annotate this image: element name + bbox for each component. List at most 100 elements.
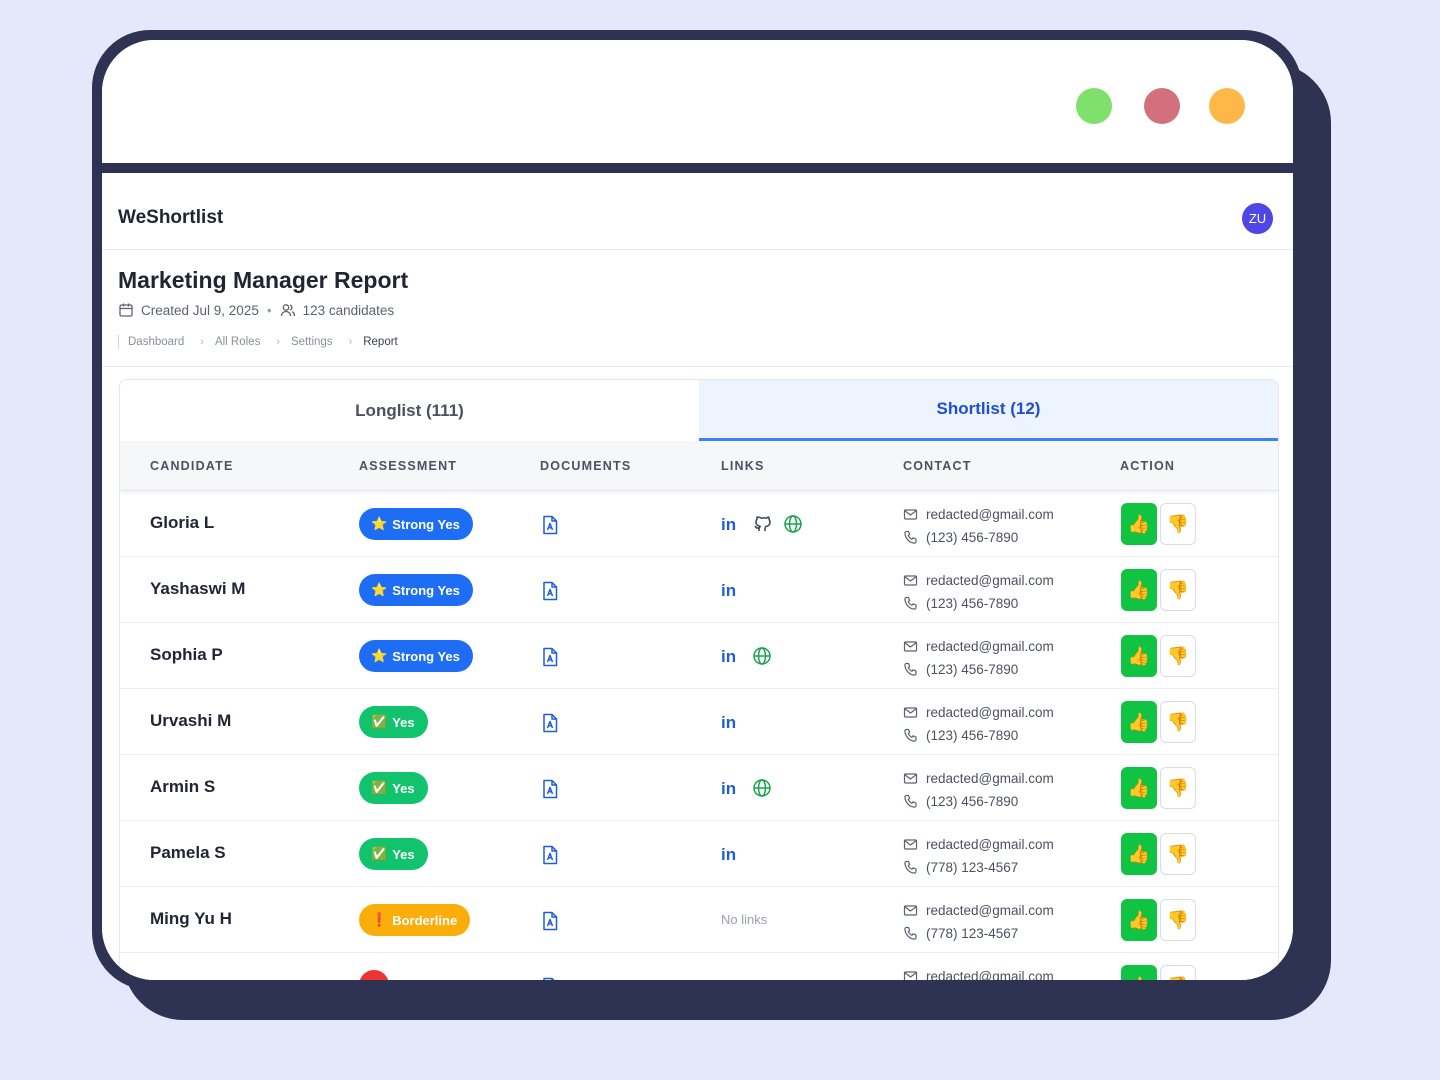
linkedin-icon[interactable]: in bbox=[721, 778, 741, 798]
resume-document-icon[interactable] bbox=[541, 977, 559, 980]
assessment-badge: ❗ Borderline bbox=[359, 904, 471, 936]
green-window-button[interactable] bbox=[1076, 88, 1112, 124]
breadcrumb-settings[interactable]: Settings bbox=[291, 336, 333, 348]
phone-text[interactable]: (123) 456-7890 bbox=[926, 728, 1018, 743]
globe-icon[interactable] bbox=[783, 514, 803, 534]
approve-button[interactable]: 👍 bbox=[1121, 635, 1157, 677]
table-row[interactable]: Sophia P ⭐ Strong Yes in redacted@gmail.com (… bbox=[120, 623, 1278, 689]
svg-text:in: in bbox=[721, 581, 736, 600]
email-text[interactable]: redacted@gmail.com bbox=[926, 903, 1054, 918]
calendar-icon bbox=[118, 302, 134, 318]
breadcrumb-all-roles[interactable]: All Roles bbox=[215, 336, 260, 348]
phone-text[interactable]: (778) 123-4567 bbox=[926, 860, 1018, 875]
phone-text[interactable]: (123) 456-7890 bbox=[926, 794, 1018, 809]
phone-text[interactable]: (123) 456-7890 bbox=[926, 596, 1018, 611]
reject-button[interactable]: 👎 bbox=[1160, 965, 1196, 980]
approve-button[interactable]: 👍 bbox=[1121, 767, 1157, 809]
approve-button[interactable]: 👍 bbox=[1121, 833, 1157, 875]
breadcrumb: Dashboard › All Roles › Settings › Repor… bbox=[118, 335, 398, 349]
approve-button[interactable]: 👍 bbox=[1121, 569, 1157, 611]
mail-icon bbox=[903, 771, 918, 786]
resume-document-icon[interactable] bbox=[541, 581, 559, 601]
table-row[interactable]: redacted@gmail.com 👍👎 bbox=[120, 953, 1278, 980]
candidates-card: Longlist (111) Shortlist (12) CANDIDATE … bbox=[119, 379, 1279, 980]
candidate-name[interactable]: Gloria L bbox=[150, 513, 214, 533]
email-text[interactable]: redacted@gmail.com bbox=[926, 837, 1054, 852]
reject-button[interactable]: 👎 bbox=[1160, 635, 1196, 677]
mail-icon bbox=[903, 639, 918, 654]
approve-button[interactable]: 👍 bbox=[1121, 899, 1157, 941]
column-header-candidate[interactable]: CANDIDATE bbox=[150, 459, 233, 473]
candidate-name[interactable]: Sophia P bbox=[150, 645, 223, 665]
phone-icon bbox=[903, 860, 918, 875]
candidate-name[interactable]: Armin S bbox=[150, 777, 215, 797]
resume-document-icon[interactable] bbox=[541, 779, 559, 799]
phone-text[interactable]: (123) 456-7890 bbox=[926, 530, 1018, 545]
table-row[interactable]: Armin S ✅ Yes in redacted@gmail.com (123) 456… bbox=[120, 755, 1278, 821]
phone-text[interactable]: (123) 456-7890 bbox=[926, 662, 1018, 677]
reject-button[interactable]: 👎 bbox=[1160, 503, 1196, 545]
red-window-button[interactable] bbox=[1144, 88, 1180, 124]
approve-button[interactable]: 👍 bbox=[1121, 701, 1157, 743]
assessment-label: Strong Yes bbox=[392, 648, 460, 664]
email-text[interactable]: redacted@gmail.com bbox=[926, 507, 1054, 522]
candidate-name[interactable]: Urvashi M bbox=[150, 711, 231, 731]
phone-text[interactable]: (778) 123-4567 bbox=[926, 926, 1018, 941]
brand-logo[interactable]: WeShortlist bbox=[118, 207, 223, 229]
linkedin-icon[interactable]: in bbox=[721, 646, 741, 666]
reject-button[interactable]: 👎 bbox=[1160, 701, 1196, 743]
breadcrumb-dashboard[interactable]: Dashboard bbox=[128, 336, 184, 348]
approve-button[interactable]: 👍 bbox=[1121, 503, 1157, 545]
report-header: Marketing Manager Report Created Jul 9, … bbox=[102, 250, 1293, 367]
reject-button[interactable]: 👎 bbox=[1160, 569, 1196, 611]
contact-cell: redacted@gmail.com (123) 456-7890 bbox=[903, 569, 1054, 615]
globe-icon[interactable] bbox=[752, 646, 772, 666]
resume-document-icon[interactable] bbox=[541, 713, 559, 733]
column-header-documents: DOCUMENTS bbox=[540, 459, 632, 473]
reject-button[interactable]: 👎 bbox=[1160, 833, 1196, 875]
table-row[interactable]: Gloria L ⭐ Strong Yes in redacted@gmail.com (… bbox=[120, 491, 1278, 557]
linkedin-icon[interactable]: in bbox=[721, 514, 741, 534]
approve-button[interactable]: 👍 bbox=[1121, 965, 1157, 980]
resume-document-icon[interactable] bbox=[541, 845, 559, 865]
candidate-name[interactable]: Pamela S bbox=[150, 843, 226, 863]
phone-icon bbox=[903, 926, 918, 941]
linkedin-icon[interactable]: in bbox=[721, 580, 741, 600]
table-row[interactable]: Pamela S ✅ Yes in redacted@gmail.com (778) 12… bbox=[120, 821, 1278, 887]
resume-document-icon[interactable] bbox=[541, 911, 559, 931]
links-cell: in bbox=[721, 712, 752, 732]
resume-document-icon[interactable] bbox=[541, 515, 559, 535]
svg-text:in: in bbox=[721, 515, 736, 534]
email-text[interactable]: redacted@gmail.com bbox=[926, 573, 1054, 588]
resume-document-icon[interactable] bbox=[541, 647, 559, 667]
tab-shortlist[interactable]: Shortlist (12) bbox=[699, 380, 1278, 441]
reject-button[interactable]: 👎 bbox=[1160, 767, 1196, 809]
tab-longlist[interactable]: Longlist (111) bbox=[120, 380, 699, 441]
yellow-window-button[interactable] bbox=[1209, 88, 1245, 124]
email-text[interactable]: redacted@gmail.com bbox=[926, 969, 1054, 980]
linkedin-icon[interactable]: in bbox=[721, 712, 741, 732]
email-text[interactable]: redacted@gmail.com bbox=[926, 639, 1054, 654]
contact-cell: redacted@gmail.com (778) 123-4567 bbox=[903, 833, 1054, 879]
email-text[interactable]: redacted@gmail.com bbox=[926, 771, 1054, 786]
mail-icon bbox=[903, 573, 918, 588]
breadcrumb-report: Report bbox=[363, 336, 398, 348]
candidate-name[interactable]: Yashaswi M bbox=[150, 579, 245, 599]
reject-button[interactable]: 👎 bbox=[1160, 899, 1196, 941]
table-row[interactable]: Ming Yu H ❗ Borderline No links redacted@gma… bbox=[120, 887, 1278, 953]
assessment-badge: ✅ Yes bbox=[359, 838, 428, 870]
table-row[interactable]: Yashaswi M ⭐ Strong Yes in redacted@gmail.co… bbox=[120, 557, 1278, 623]
app-content: WeShortlist ZU Marketing Manager Report … bbox=[102, 173, 1293, 980]
email-text[interactable]: redacted@gmail.com bbox=[926, 705, 1054, 720]
assessment-label: Strong Yes bbox=[392, 516, 460, 532]
linkedin-icon[interactable]: in bbox=[721, 844, 741, 864]
candidate-name[interactable]: Ming Yu H bbox=[150, 909, 232, 929]
assessment-emoji: ⭐ bbox=[371, 648, 388, 663]
table-row[interactable]: Urvashi M ✅ Yes in redacted@gmail.com (123) 4… bbox=[120, 689, 1278, 755]
column-header-assessment[interactable]: ASSESSMENT bbox=[359, 459, 457, 473]
globe-icon[interactable] bbox=[752, 778, 772, 798]
column-header-links: LINKS bbox=[721, 459, 765, 473]
user-avatar[interactable]: ZU bbox=[1242, 203, 1273, 234]
list-tabs: Longlist (111) Shortlist (12) bbox=[120, 380, 1278, 441]
github-icon[interactable] bbox=[752, 514, 772, 534]
